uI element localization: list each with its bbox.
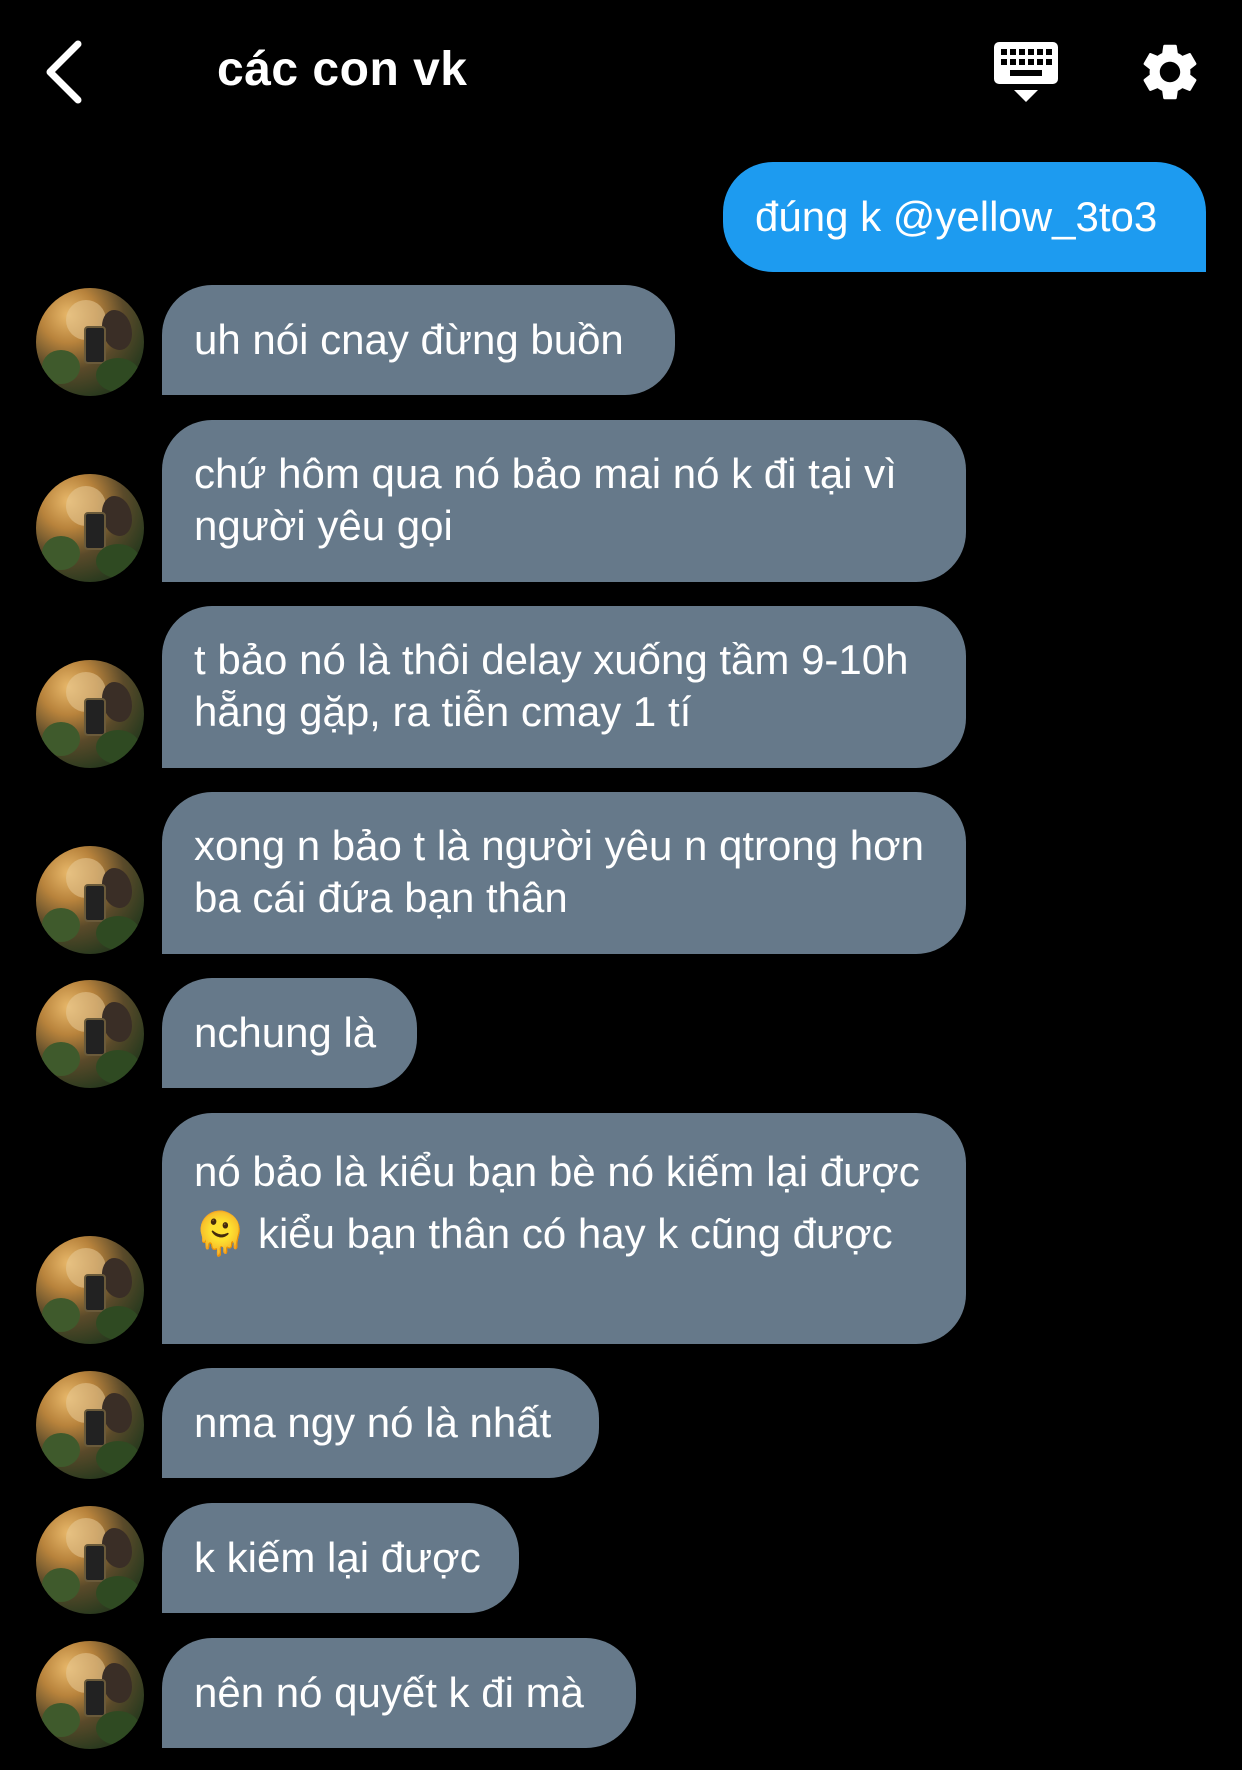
chat-title: các con vk bbox=[217, 43, 468, 96]
avatar[interactable] bbox=[36, 1506, 144, 1614]
message-bubble-outgoing[interactable]: đúng k @yellow_3to3 bbox=[723, 162, 1206, 272]
avatar[interactable] bbox=[36, 846, 144, 954]
message-bubble-incoming[interactable]: nó bảo là kiểu bạn bè nó kiếm lại được🫠 … bbox=[162, 1113, 966, 1344]
back-button[interactable] bbox=[40, 36, 100, 108]
avatar[interactable] bbox=[36, 1236, 144, 1344]
message-bubble-incoming[interactable]: t bảo nó là thôi delay xuống tầm 9-10h h… bbox=[162, 606, 966, 768]
avatar[interactable] bbox=[36, 1371, 144, 1479]
message-text: t bảo nó là thôi delay xuống tầm 9-10h h… bbox=[194, 636, 909, 735]
message-text: nma ngy nó là nhất bbox=[194, 1399, 552, 1446]
settings-button[interactable] bbox=[1136, 38, 1204, 106]
message-bubble-incoming[interactable]: nên nó quyết k đi mà bbox=[162, 1638, 636, 1748]
keyboard-icon bbox=[994, 42, 1058, 102]
message-text: nên nó quyết k đi mà bbox=[194, 1669, 584, 1716]
message-bubble-incoming[interactable]: xong n bảo t là người yêu n qtrong hơn b… bbox=[162, 792, 966, 954]
message-text: chứ hôm qua nó bảo mai nó k đi tại vì ng… bbox=[194, 450, 897, 549]
avatar[interactable] bbox=[36, 980, 144, 1088]
chevron-left-icon bbox=[46, 40, 82, 104]
message-bubble-incoming[interactable]: nma ngy nó là nhất bbox=[162, 1368, 599, 1478]
gear-icon bbox=[1143, 44, 1197, 100]
message-text: nchung là bbox=[194, 1009, 377, 1056]
message-bubble-incoming[interactable]: k kiếm lại được bbox=[162, 1503, 519, 1613]
message-bubble-incoming[interactable]: nchung là bbox=[162, 978, 417, 1088]
chat-header: các con vk bbox=[0, 0, 1242, 150]
avatar[interactable] bbox=[36, 1641, 144, 1749]
message-bubble-incoming[interactable]: uh nói cnay đừng buồn bbox=[162, 285, 675, 395]
message-text: uh nói cnay đừng buồn bbox=[194, 316, 624, 363]
keyboard-button[interactable] bbox=[992, 40, 1060, 106]
message-text: nó bảo là kiểu bạn bè nó kiếm lại được🫠 … bbox=[194, 1148, 920, 1257]
message-text: xong n bảo t là người yêu n qtrong hơn b… bbox=[194, 822, 925, 921]
message-bubble-incoming[interactable]: chứ hôm qua nó bảo mai nó k đi tại vì ng… bbox=[162, 420, 966, 582]
message-text: k kiếm lại được bbox=[194, 1534, 481, 1581]
message-text: đúng k @yellow_3to3 bbox=[755, 193, 1158, 240]
avatar[interactable] bbox=[36, 660, 144, 768]
avatar[interactable] bbox=[36, 474, 144, 582]
avatar[interactable] bbox=[36, 288, 144, 396]
